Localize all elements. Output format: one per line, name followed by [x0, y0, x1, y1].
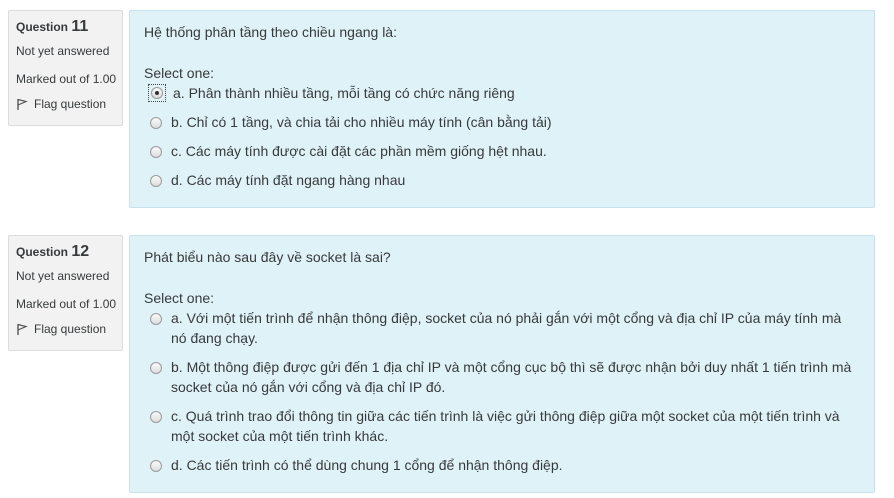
radio-button-d[interactable] — [150, 175, 162, 187]
select-one-prompt: Select one: — [144, 290, 215, 306]
answer-option-d[interactable]: d. Các máy tính đặt ngang hàng nhau — [144, 170, 860, 199]
question-grade: Marked out of 1.00 — [16, 297, 117, 311]
flag-question-link[interactable]: Flag question — [16, 94, 122, 114]
question-number-value: 11 — [71, 18, 89, 35]
question-state: Not yet answered — [16, 44, 110, 58]
answer-options: a. Phân thành nhiều tầng, mỗi tầng có ch… — [144, 83, 860, 199]
flag-icon — [17, 323, 28, 335]
answer-option-label: b. Một thông điệp được gửi đến 1 địa chỉ… — [171, 359, 852, 395]
radio-button-a[interactable] — [150, 313, 162, 325]
question-text: Phát biểu nào sau đây về socket là sai? — [144, 249, 391, 265]
answer-option-b[interactable]: b. Một thông điệp được gửi đến 1 địa chỉ… — [144, 357, 860, 406]
radio-button-b[interactable] — [150, 117, 162, 129]
answer-option-d[interactable]: d. Các tiến trình có thể dùng chung 1 cổ… — [144, 455, 860, 479]
radio-button-c[interactable] — [150, 411, 162, 423]
question-number-value: 12 — [71, 243, 90, 260]
answer-option-label: c. Các máy tính được cài đặt các phần mề… — [171, 143, 547, 159]
answer-option-a[interactable]: a. Với một tiến trình để nhận thông điệp… — [144, 308, 860, 357]
answer-option-label: a. Với một tiến trình để nhận thông điệp… — [171, 310, 842, 346]
flag-icon — [17, 98, 28, 110]
answer-option-b[interactable]: b. Chỉ có 1 tầng, và chia tải cho nhiều … — [144, 112, 860, 141]
question-number: Question 11 — [16, 18, 122, 38]
flag-question-label: Flag question — [34, 322, 107, 336]
answer-option-label: a. Phân thành nhiều tầng, mỗi tầng có ch… — [173, 85, 515, 101]
answer-option-a[interactable]: a. Phân thành nhiều tầng, mỗi tầng có ch… — [144, 83, 860, 112]
answer-option-label: d. Các máy tính đặt ngang hàng nhau — [171, 172, 406, 188]
radio-wrapper — [148, 84, 166, 102]
answer-option-c[interactable]: c. Quá trình trao đổi thông tin giữa các… — [144, 406, 860, 455]
radio-button-b[interactable] — [150, 362, 162, 374]
question-label: Question — [16, 245, 69, 259]
question-text: Hệ thống phân tầng theo chiều ngang là: — [144, 24, 397, 40]
question-info: Question 11 Not yet answered Marked out … — [8, 10, 123, 126]
question-number: Question 12 — [16, 243, 122, 263]
question-grade: Marked out of 1.00 — [16, 72, 117, 86]
question-state: Not yet answered — [16, 269, 110, 283]
answer-option-label: b. Chỉ có 1 tầng, và chia tải cho nhiều … — [171, 114, 552, 130]
flag-question-label: Flag question — [34, 97, 107, 111]
answer-option-label: d. Các tiến trình có thể dùng chung 1 cổ… — [171, 457, 563, 473]
question-info: Question 12 Not yet answered Marked out … — [8, 235, 123, 351]
radio-button-c[interactable] — [150, 146, 162, 158]
flag-question-link[interactable]: Flag question — [16, 319, 122, 339]
radio-button-d[interactable] — [150, 460, 162, 472]
answer-options: a. Với một tiến trình để nhận thông điệp… — [144, 308, 860, 479]
question-label: Question — [16, 20, 69, 34]
question-content: Phát biểu nào sau đây về socket là sai? … — [129, 235, 875, 493]
select-one-prompt: Select one: — [144, 65, 215, 81]
radio-button-a[interactable] — [151, 87, 163, 99]
answer-option-c[interactable]: c. Các máy tính được cài đặt các phần mề… — [144, 141, 860, 170]
question-content: Hệ thống phân tầng theo chiều ngang là: … — [129, 10, 875, 208]
answer-option-label: c. Quá trình trao đổi thông tin giữa các… — [171, 408, 840, 444]
